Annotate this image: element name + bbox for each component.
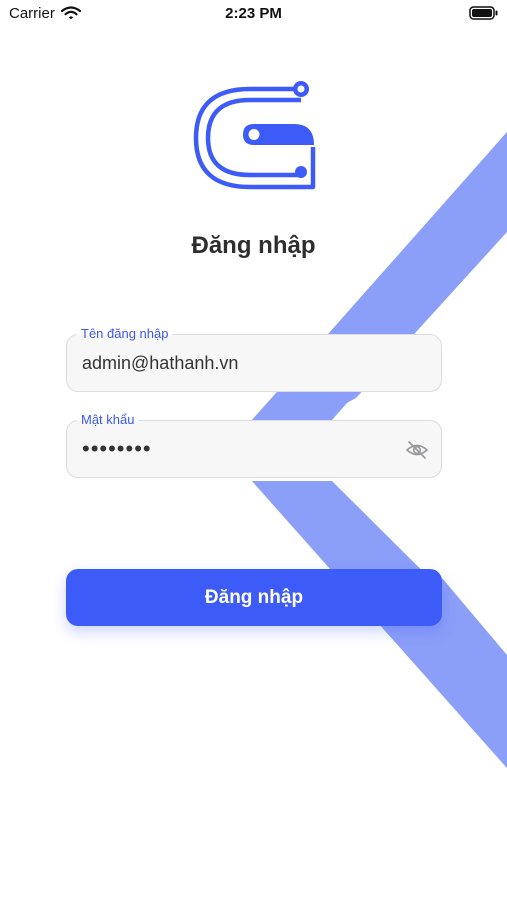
password-input[interactable] xyxy=(82,421,391,477)
username-input[interactable] xyxy=(82,335,391,391)
app-logo-icon xyxy=(188,75,320,206)
status-time: 2:23 PM xyxy=(225,5,282,22)
username-field[interactable]: Tên đăng nhập xyxy=(66,326,442,392)
page-title: Đăng nhập xyxy=(191,232,316,259)
battery-icon xyxy=(469,6,499,25)
password-field[interactable]: Mật khẩu xyxy=(66,412,442,478)
login-button[interactable]: Đăng nhập xyxy=(66,569,442,626)
status-bar: Carrier 2:23 PM xyxy=(0,0,507,28)
eye-slash-icon[interactable] xyxy=(405,439,429,461)
